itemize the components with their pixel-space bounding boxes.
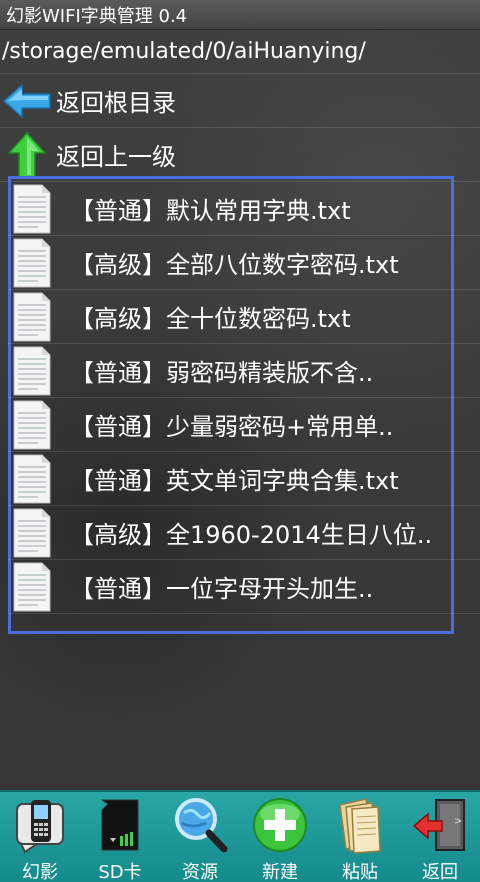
file-row[interactable]: 【普通】少量弱密码+常用单..	[8, 398, 480, 452]
file-row[interactable]: 【高级】全部八位数字密码.txt	[8, 236, 480, 290]
toolbar-back-button[interactable]: > 返回	[400, 792, 480, 882]
svg-text:>: >	[454, 816, 462, 827]
toolbar-label: 资源	[182, 862, 218, 882]
file-name: 【普通】英文单词字典合集.txt	[70, 467, 399, 495]
title-bar: 幻影WIFI字典管理 0.4	[0, 0, 480, 30]
globe-search-icon	[168, 794, 232, 856]
text-file-icon	[13, 238, 51, 287]
toolbar-label: 幻影	[22, 862, 58, 882]
phone-icon	[8, 794, 72, 856]
paste-icon	[328, 794, 392, 856]
toolbar-new-button[interactable]: 新建	[240, 792, 320, 882]
sd-card-icon	[88, 794, 152, 856]
file-name: 【普通】一位字母开头加生..	[70, 575, 374, 603]
file-name: 【普通】少量弱密码+常用单..	[70, 413, 394, 441]
text-file-icon	[13, 400, 51, 449]
nav-up-row[interactable]: 返回上一级	[0, 128, 480, 182]
text-file-icon	[13, 184, 51, 233]
file-row[interactable]: 【高级】全十位数密码.txt	[8, 290, 480, 344]
toolbar-label: 返回	[422, 862, 458, 882]
nav-root-row[interactable]: 返回根目录	[0, 74, 480, 128]
app-title: 幻影WIFI字典管理 0.4	[6, 5, 188, 27]
plus-icon	[248, 794, 312, 856]
file-row[interactable]: 【普通】一位字母开头加生..	[8, 560, 480, 614]
file-name: 【普通】默认常用字典.txt	[70, 197, 351, 225]
text-file-icon	[13, 508, 51, 557]
up-arrow-icon	[0, 128, 54, 182]
file-name: 【高级】全部八位数字密码.txt	[70, 251, 399, 279]
file-row[interactable]: 【高级】全1960-2014生日八位..	[8, 506, 480, 560]
toolbar-huanying-button[interactable]: 幻影	[0, 792, 80, 882]
file-row[interactable]: 【普通】弱密码精装版不含..	[8, 344, 480, 398]
text-file-icon	[13, 292, 51, 341]
text-file-icon	[13, 454, 51, 503]
toolbar-resources-button[interactable]: 资源	[160, 792, 240, 882]
file-row[interactable]: 【普通】默认常用字典.txt	[8, 182, 480, 236]
back-arrow-icon	[0, 74, 54, 128]
toolbar-label: 新建	[262, 862, 298, 882]
text-file-icon	[13, 346, 51, 395]
nav-root-label: 返回根目录	[56, 89, 176, 117]
toolbar-sdcard-button[interactable]: SD卡	[80, 792, 160, 882]
file-row[interactable]: 【普通】英文单词字典合集.txt	[8, 452, 480, 506]
current-path: /storage/emulated/0/aiHuanying/	[0, 30, 480, 74]
nav-up-label: 返回上一级	[56, 143, 176, 171]
bottom-toolbar: 幻影 SD卡 资源 新建 粘贴 > 返回	[0, 790, 480, 882]
file-name: 【高级】全十位数密码.txt	[70, 305, 351, 333]
exit-icon: >	[408, 794, 472, 856]
toolbar-label: 粘贴	[342, 862, 378, 882]
text-file-icon	[13, 562, 51, 611]
file-name: 【普通】弱密码精装版不含..	[70, 359, 374, 387]
path-text: /storage/emulated/0/aiHuanying/	[2, 39, 366, 64]
file-name: 【高级】全1960-2014生日八位..	[70, 521, 433, 549]
toolbar-label: SD卡	[98, 862, 142, 882]
toolbar-paste-button[interactable]: 粘贴	[320, 792, 400, 882]
